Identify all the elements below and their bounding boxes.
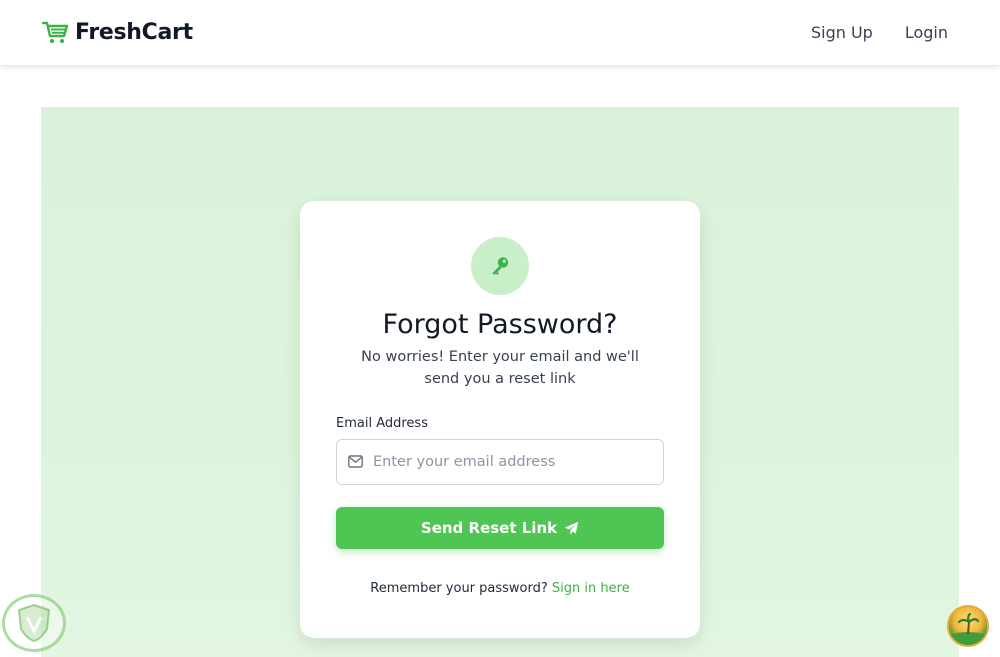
send-reset-link-button[interactable]: Send Reset Link xyxy=(336,507,664,549)
email-field-wrapper xyxy=(336,439,664,485)
sign-in-link[interactable]: Sign in here xyxy=(552,581,630,596)
paper-plane-icon xyxy=(564,521,579,535)
palm-tree-icon xyxy=(949,612,987,645)
navbar: FreshCart Sign Up Login xyxy=(0,0,1000,65)
login-link[interactable]: Login xyxy=(905,23,948,42)
forgot-password-card: Forgot Password? No worries! Enter your … xyxy=(300,201,700,638)
key-icon xyxy=(492,257,509,275)
nav-links: Sign Up Login xyxy=(811,23,948,42)
email-label: Email Address xyxy=(336,416,428,431)
shopping-cart-icon xyxy=(42,21,69,43)
email-input[interactable] xyxy=(337,440,663,484)
page-title: Forgot Password? xyxy=(382,309,618,340)
key-icon-badge xyxy=(471,237,529,295)
page-subtitle: No worries! Enter your email and we'll s… xyxy=(361,349,639,387)
brand-logo[interactable]: FreshCart xyxy=(42,20,193,45)
envelope-icon xyxy=(348,455,363,468)
shield-icon xyxy=(17,603,51,643)
brand-name: FreshCart xyxy=(75,20,193,45)
remember-password-text: Remember your password? xyxy=(370,581,548,596)
signup-link[interactable]: Sign Up xyxy=(811,23,873,42)
watermark-island-logo xyxy=(947,605,989,647)
remember-password-row: Remember your password? Sign in here xyxy=(336,581,664,596)
send-reset-link-label: Send Reset Link xyxy=(420,519,558,537)
watermark-shield-logo xyxy=(2,594,66,652)
